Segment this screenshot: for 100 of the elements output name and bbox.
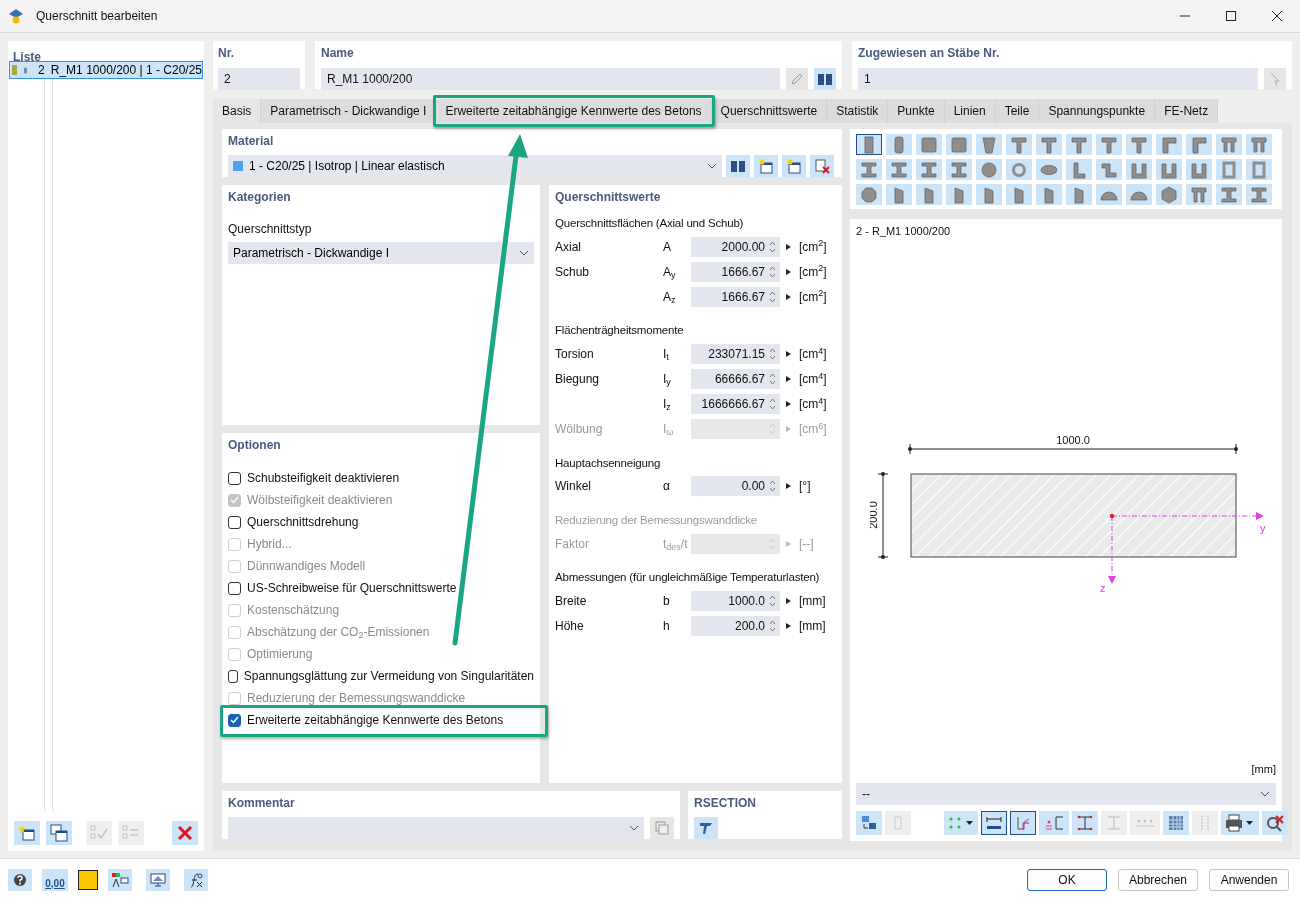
help-button[interactable]	[8, 868, 32, 891]
toolbar-button[interactable]	[172, 821, 198, 845]
number-field[interactable]: 233071.15	[691, 344, 780, 364]
toolbar-button[interactable]	[1262, 811, 1288, 835]
display-settings-button[interactable]	[108, 868, 132, 891]
shape-button[interactable]	[1066, 134, 1092, 155]
spinner-icon[interactable]	[769, 397, 776, 411]
spinner-icon[interactable]	[769, 239, 776, 254]
shape-button[interactable]	[1126, 184, 1152, 205]
checkbox-option[interactable]: US-Schreibweise für Querschnittswerte	[228, 577, 534, 599]
checkbox-option[interactable]: Schubsteifigkeit deaktivieren	[228, 467, 534, 489]
checkbox-option[interactable]: Erweiterte zeitabhängige Kennwerte des Betons	[228, 709, 534, 731]
toolbar-button[interactable]	[981, 811, 1007, 835]
spinner-icon[interactable]	[769, 347, 776, 361]
comment-library-button[interactable]	[650, 817, 674, 839]
shape-button[interactable]	[1036, 159, 1062, 180]
material-tool-button[interactable]	[726, 155, 750, 177]
shape-button[interactable]	[916, 159, 942, 180]
shape-button[interactable]	[1006, 134, 1032, 155]
shape-button[interactable]	[1066, 159, 1092, 180]
checkbox[interactable]	[228, 581, 241, 595]
dialog-button[interactable]: OK	[1027, 868, 1107, 891]
tab[interactable]: Erweiterte zeitabhängige Kennwerte des Betons	[436, 99, 712, 123]
shape-button[interactable]	[856, 134, 882, 155]
toolbar-button[interactable]	[14, 821, 40, 845]
spinner-icon[interactable]	[769, 264, 776, 279]
number-field[interactable]: 0.00	[691, 476, 780, 497]
tab[interactable]: Linien	[944, 99, 996, 123]
spinner-icon[interactable]	[769, 479, 776, 494]
shape-button[interactable]	[916, 134, 942, 155]
spinner-icon[interactable]	[769, 372, 776, 386]
shape-button[interactable]	[1246, 134, 1272, 155]
number-field[interactable]: 66666.67	[691, 369, 780, 389]
shape-button[interactable]	[1096, 159, 1122, 180]
shape-button[interactable]	[1096, 184, 1122, 205]
shape-button[interactable]	[976, 184, 1002, 205]
shape-button[interactable]	[1246, 184, 1272, 205]
section-type-dropdown[interactable]: Parametrisch - Dickwandige I	[228, 242, 534, 264]
shape-button[interactable]	[1096, 134, 1122, 155]
checkbox-option[interactable]: Querschnittsdrehung	[228, 511, 534, 533]
number-field[interactable]: 1000.0	[691, 590, 780, 611]
library-button[interactable]	[814, 68, 836, 90]
color-button[interactable]	[78, 869, 98, 890]
shape-button[interactable]	[856, 184, 882, 205]
tab[interactable]: Statistik	[827, 99, 889, 123]
toolbar-button[interactable]	[856, 811, 882, 835]
shape-button[interactable]	[1036, 184, 1062, 205]
checkbox[interactable]	[228, 515, 241, 529]
shape-button[interactable]	[1186, 184, 1212, 205]
shape-button[interactable]	[1126, 134, 1152, 155]
dialog-button[interactable]: Anwenden	[1209, 868, 1289, 891]
shape-button[interactable]	[946, 159, 972, 180]
shape-button[interactable]	[946, 134, 972, 155]
number-field[interactable]: 200.0	[691, 615, 780, 636]
shape-button[interactable]	[1186, 159, 1212, 180]
text-field[interactable]: 1	[858, 68, 1258, 90]
checkbox[interactable]	[228, 669, 238, 683]
shape-button[interactable]	[1156, 184, 1182, 205]
shape-button[interactable]	[886, 184, 912, 205]
number-field[interactable]: 1666666.67	[691, 394, 780, 414]
number-field[interactable]: 1666.67	[691, 261, 780, 282]
number-field[interactable]: 1666.67	[691, 286, 780, 307]
checkbox[interactable]	[228, 471, 241, 485]
shape-button[interactable]	[976, 159, 1002, 180]
dialog-button[interactable]: Abbrechen	[1118, 868, 1198, 891]
toolbar-button[interactable]	[1010, 811, 1036, 835]
shape-button[interactable]	[1036, 134, 1062, 155]
checkbox-option[interactable]: Spannungsglättung zur Vermeidung von Singularitäten	[228, 665, 534, 687]
edit-button[interactable]	[786, 68, 808, 90]
material-tool-button[interactable]	[810, 155, 834, 177]
shape-button[interactable]	[976, 134, 1002, 155]
text-field[interactable]: 2	[218, 68, 300, 90]
shape-button[interactable]	[886, 159, 912, 180]
shape-button[interactable]	[946, 184, 972, 205]
toolbar-button[interactable]	[46, 821, 72, 845]
material-tool-button[interactable]	[782, 155, 806, 177]
shape-button[interactable]	[1006, 184, 1032, 205]
text-field[interactable]: R_M1 1000/200	[321, 68, 780, 90]
toolbar-button[interactable]	[1072, 811, 1098, 835]
spinner-icon[interactable]	[769, 289, 776, 304]
checkbox[interactable]	[228, 713, 241, 727]
material-dropdown[interactable]: 1 - C20/25 | Isotrop | Linear elastisch	[228, 155, 722, 177]
tab[interactable]: Basis	[213, 99, 262, 123]
shape-button[interactable]	[1186, 134, 1212, 155]
spinner-icon[interactable]	[769, 618, 776, 633]
number-field[interactable]: 2000.00	[691, 236, 780, 257]
shape-button[interactable]	[916, 184, 942, 205]
shape-button[interactable]	[1216, 184, 1242, 205]
decimals-button[interactable]: 0,00	[42, 868, 68, 891]
tab[interactable]: Punkte	[888, 99, 945, 123]
formula-button[interactable]	[184, 868, 208, 891]
tab[interactable]: Spannungspunkte	[1039, 99, 1156, 123]
toolbar-button[interactable]	[1221, 811, 1259, 835]
result-dropdown[interactable]: --	[856, 783, 1276, 805]
shape-button[interactable]	[886, 134, 912, 155]
shape-button[interactable]	[1156, 134, 1182, 155]
shape-button[interactable]	[1156, 159, 1182, 180]
list-item[interactable]: 2 R_M1 1000/200 | 1 - C20/25	[9, 61, 203, 79]
shape-button[interactable]	[1216, 134, 1242, 155]
spinner-icon[interactable]	[769, 593, 776, 608]
